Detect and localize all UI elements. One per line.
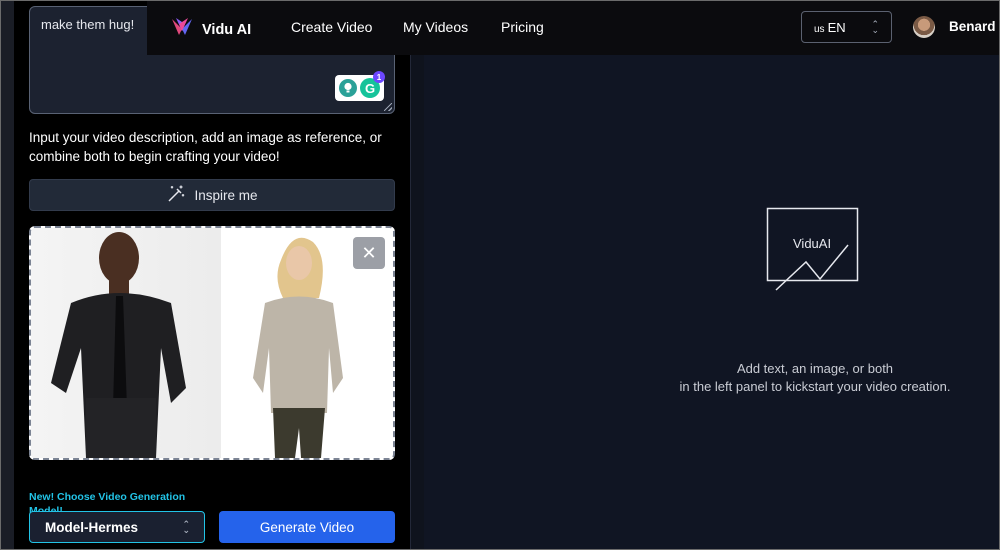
model-select[interactable]: Model-Hermes ⌃ ⌄ [29, 511, 205, 543]
inspire-me-button[interactable]: Inspire me [29, 179, 395, 211]
resize-handle-icon[interactable] [384, 103, 392, 111]
grammarly-badge: 1 [373, 71, 385, 83]
brand-name: Vidu AI [202, 21, 252, 38]
language-code: EN [827, 19, 846, 35]
empty-state-line-1: Add text, an image, or both [736, 361, 894, 376]
grammarly-icon[interactable]: G 1 [360, 71, 385, 98]
nav-my-videos[interactable]: My Videos [403, 19, 468, 35]
model-selected-value: Model-Hermes [45, 519, 139, 535]
language-value: us EN [814, 20, 846, 35]
flag-icon: us [814, 23, 825, 35]
chevron-up-down-icon: ⌃ ⌄ [871, 19, 879, 35]
generate-video-button[interactable]: Generate Video [219, 511, 395, 543]
left-edge [0, 0, 14, 550]
generate-video-label: Generate Video [259, 519, 355, 535]
empty-state-text: Add text, an image, or both in the left … [600, 360, 1000, 396]
video-placeholder-icon: ViduAI [766, 207, 860, 291]
video-placeholder-label: ViduAI [793, 236, 832, 251]
prompt-text[interactable]: make them hug! [41, 17, 134, 32]
inspire-me-label: Inspire me [194, 187, 258, 203]
empty-state-line-2: in the left panel to kickstart your vide… [679, 379, 951, 394]
lightbulb-icon[interactable] [339, 79, 357, 97]
user-name[interactable]: Benard I [949, 19, 1000, 34]
reference-image-dropzone[interactable]: ✕ [29, 226, 395, 460]
language-select[interactable]: us EN ⌃ ⌄ [801, 11, 892, 43]
panel-divider[interactable] [410, 0, 424, 550]
reference-photo-man [31, 228, 221, 458]
brand-logo[interactable]: Vidu AI [171, 17, 251, 42]
close-icon: ✕ [361, 242, 377, 263]
remove-image-button[interactable]: ✕ [353, 237, 385, 269]
magic-wand-icon [166, 184, 186, 207]
helper-text: Input your video description, add an ima… [29, 130, 382, 164]
top-navigation: Vidu AI Create Video My Videos Pricing u… [147, 0, 1000, 55]
writing-assistant-tools[interactable]: G 1 [335, 71, 385, 101]
chevron-up-down-icon: ⌃ ⌄ [182, 519, 190, 535]
nav-create-video[interactable]: Create Video [291, 19, 372, 35]
nav-pricing[interactable]: Pricing [501, 19, 544, 35]
avatar[interactable] [913, 16, 935, 38]
vidu-logo-icon [171, 17, 193, 42]
